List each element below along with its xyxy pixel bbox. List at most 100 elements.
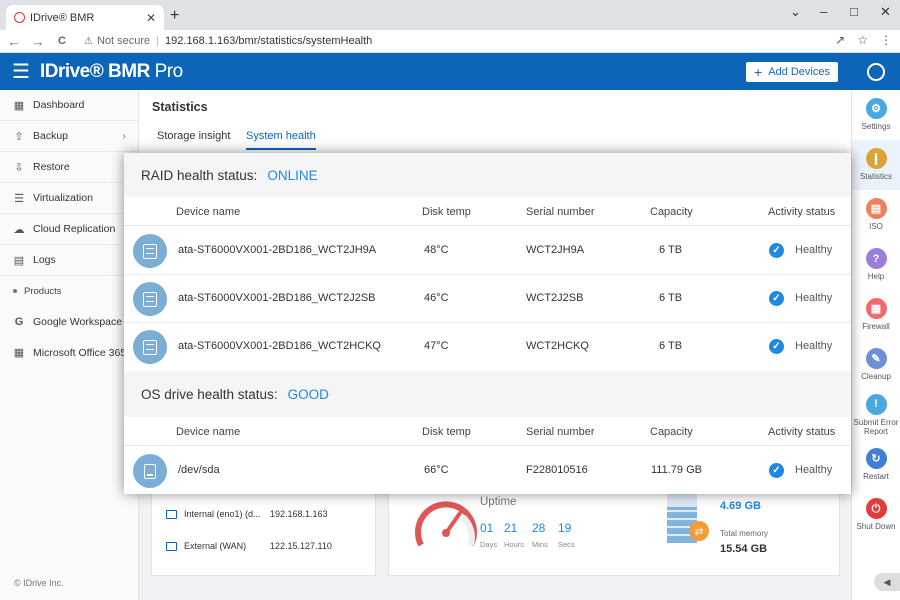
close-tab-icon[interactable]: ✕ bbox=[146, 11, 156, 25]
idrive-favicon-icon bbox=[14, 12, 25, 23]
right-item-shut-down[interactable]: ⏻ Shut Down bbox=[852, 490, 900, 540]
google-icon: G bbox=[14, 315, 24, 328]
network-label: Internal (eno1) (d... bbox=[184, 509, 261, 519]
right-item-cleanup[interactable]: ✎ Cleanup bbox=[852, 340, 900, 390]
activity-status: Healthy bbox=[795, 244, 833, 256]
os-drive-status-header: OS drive health status: GOOD bbox=[124, 371, 851, 417]
page-title: Statistics bbox=[152, 100, 208, 114]
device-name: /dev/sda bbox=[178, 464, 220, 476]
right-item-restart[interactable]: ↻ Restart bbox=[852, 440, 900, 490]
right-item-label: Cleanup bbox=[861, 372, 891, 382]
raid-drive-icon bbox=[133, 282, 167, 316]
sidebar-item-logs[interactable]: ▤ Logs bbox=[0, 245, 138, 276]
raid-status-header: RAID health status: ONLINE bbox=[124, 153, 851, 197]
network-ip: 122.15.127.110 bbox=[270, 541, 332, 551]
col-serial-number: Serial number bbox=[526, 426, 595, 438]
network-label: External (WAN) bbox=[184, 541, 247, 551]
sidebar-item-backup[interactable]: ⇧ Backup › bbox=[0, 121, 138, 152]
browser-tab[interactable]: IDrive® BMR ✕ bbox=[6, 5, 164, 30]
right-item-statistics[interactable]: ❙ Statistics bbox=[852, 140, 900, 190]
sidebar-item-virtualization[interactable]: ☰ Virtualization bbox=[0, 183, 138, 214]
brand-logo: IDrive® BMR Pro bbox=[39, 60, 183, 82]
activity-status: Healthy bbox=[795, 292, 833, 304]
bullet-icon bbox=[13, 289, 17, 293]
url-field[interactable]: ⚠ Not secure | 192.168.1.163/bmr/statist… bbox=[84, 35, 372, 47]
uptime-label: Uptime bbox=[480, 496, 517, 508]
tab-system-health[interactable]: System health bbox=[246, 130, 316, 150]
sidebar-item-cloud-replication[interactable]: ☁ Cloud Replication bbox=[0, 214, 138, 245]
user-menu[interactable] bbox=[851, 53, 900, 90]
sidebar-item-google-workspace[interactable]: G Google Workspace bbox=[0, 306, 138, 337]
sidebar-item-label: Virtualization bbox=[33, 192, 93, 204]
disk-temp: 46°C bbox=[424, 292, 449, 304]
right-item-firewall[interactable]: ▦ Firewall bbox=[852, 290, 900, 340]
browser-menu-icon[interactable]: ⋮ bbox=[880, 33, 892, 47]
table-row: ata-ST6000VX001-2BD186_WCT2HCKQ 47°C WCT… bbox=[124, 323, 851, 371]
address-bar: ← → C ⚠ Not secure | 192.168.1.163/bmr/s… bbox=[0, 30, 900, 53]
disk-temp: 47°C bbox=[424, 340, 449, 352]
os-disk-icon bbox=[133, 454, 167, 488]
share-icon[interactable]: ↗ bbox=[835, 33, 845, 47]
right-item-label: Firewall bbox=[862, 322, 890, 332]
chevron-down-icon[interactable]: ⌄ bbox=[790, 4, 801, 20]
maximize-button[interactable]: □ bbox=[850, 4, 858, 19]
raid-status-label: RAID health status: bbox=[141, 167, 258, 183]
uptime-hours: 21 bbox=[504, 521, 518, 535]
uptime-mins-unit: Mins bbox=[532, 540, 548, 549]
uptime-mins: 28 bbox=[532, 521, 546, 535]
right-item-label: Shut Down bbox=[856, 522, 896, 532]
raid-status-value: ONLINE bbox=[267, 167, 318, 183]
uptime-gauge-icon bbox=[415, 501, 477, 547]
col-serial-number: Serial number bbox=[526, 206, 595, 218]
check-circle-icon: ✓ bbox=[769, 243, 784, 258]
device-name: ata-ST6000VX001-2BD186_WCT2J2SB bbox=[178, 292, 376, 304]
back-button[interactable]: ← bbox=[4, 34, 24, 49]
sidebar-item-dashboard[interactable]: ▦ Dashboard bbox=[0, 90, 138, 121]
right-item-label: Submit Error Report bbox=[853, 417, 899, 436]
forward-button[interactable]: → bbox=[28, 34, 48, 49]
url-separator: | bbox=[156, 35, 160, 47]
hamburger-menu-icon[interactable]: ☰ bbox=[12, 59, 30, 84]
close-window-button[interactable]: ✕ bbox=[880, 4, 891, 20]
serial-number: F228010516 bbox=[526, 464, 588, 476]
sidebar-item-label: Microsoft Office 365 bbox=[33, 346, 127, 359]
new-tab-button[interactable]: + bbox=[170, 7, 179, 25]
serial-number: WCT2J2SB bbox=[526, 292, 584, 304]
right-item-settings[interactable]: ⚙ Settings bbox=[852, 90, 900, 140]
not-secure-label: Not secure bbox=[96, 35, 151, 47]
disk-temp: 48°C bbox=[424, 244, 449, 256]
dashboard-icon: ▦ bbox=[13, 99, 25, 112]
add-devices-button[interactable]: + Add Devices bbox=[746, 62, 838, 82]
network-ip: 192.168.1.163 bbox=[270, 509, 328, 519]
right-item-iso[interactable]: ▤ ISO bbox=[852, 190, 900, 240]
activity-status: Healthy bbox=[795, 464, 833, 476]
col-disk-temp: Disk temp bbox=[422, 206, 471, 218]
right-item-label: Restart bbox=[863, 472, 889, 482]
sidebar-item-restore[interactable]: ⇩ Restore bbox=[0, 152, 138, 183]
os-drive-table-header: Device name Disk temp Serial number Capa… bbox=[124, 417, 851, 446]
tab-storage-insight[interactable]: Storage insight bbox=[157, 130, 230, 148]
check-circle-icon: ✓ bbox=[769, 463, 784, 478]
memory-total: 15.54 GB bbox=[720, 543, 768, 555]
collapse-sidebar-button[interactable]: ◀ bbox=[874, 573, 900, 591]
products-heading: Products bbox=[0, 276, 138, 306]
serial-number: WCT2JH9A bbox=[526, 244, 585, 256]
bookmark-star-icon[interactable]: ☆ bbox=[857, 33, 868, 47]
reload-button[interactable]: C bbox=[52, 35, 72, 47]
right-item-label: Help bbox=[867, 272, 885, 282]
user-account-icon bbox=[866, 62, 885, 81]
minimize-button[interactable]: – bbox=[820, 4, 827, 19]
col-capacity: Capacity bbox=[650, 206, 693, 218]
right-item-help[interactable]: ? Help bbox=[852, 240, 900, 290]
sidebar-item-label: Dashboard bbox=[33, 99, 85, 111]
right-item-submit-error-report[interactable]: ! Submit Error Report bbox=[852, 390, 900, 440]
app-header: ☰ IDrive® BMR Pro + Add Devices bbox=[0, 53, 851, 90]
sidebar-item-microsoft-office-365[interactable]: ▦ Microsoft Office 365 bbox=[0, 337, 138, 368]
right-item-label: Statistics bbox=[859, 172, 892, 182]
system-health-popup: RAID health status: ONLINE Device name D… bbox=[124, 153, 851, 494]
serial-number: WCT2HCKQ bbox=[526, 340, 589, 352]
sidebar-item-label: Restore bbox=[33, 161, 70, 173]
restart-icon: ↻ bbox=[865, 448, 887, 470]
plus-icon: + bbox=[754, 64, 763, 80]
col-device-name: Device name bbox=[176, 206, 241, 218]
